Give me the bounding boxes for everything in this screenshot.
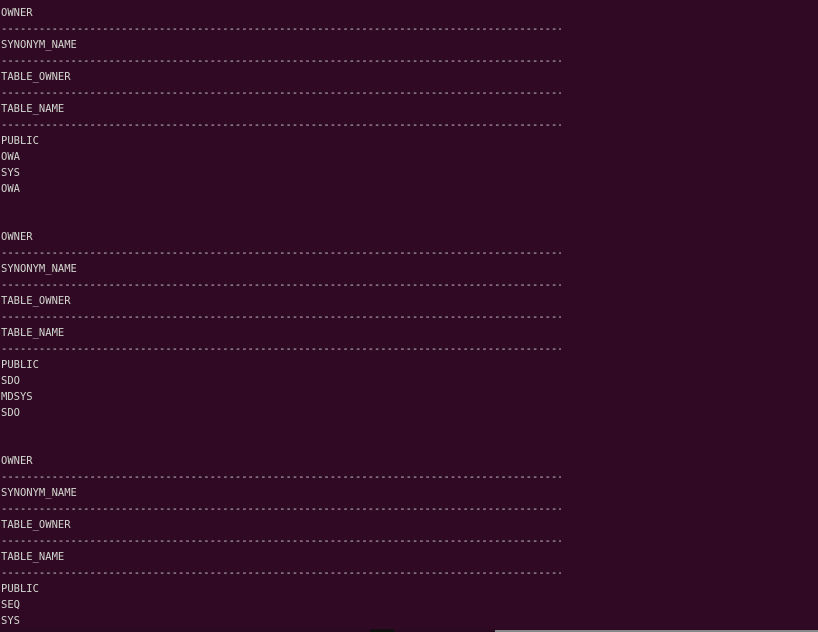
separator-line: ----------------------------------------… [1,247,561,259]
value-table-name: OWA [1,183,20,195]
column-header-owner: OWNER [1,455,33,467]
value-table-owner: SYS [1,615,20,627]
column-header-table-owner: TABLE_OWNER [1,295,71,307]
column-header-synonym-name: SYNONYM_NAME [1,487,77,499]
value-synonym-name: OWA [1,151,20,163]
separator-line: ----------------------------------------… [1,567,561,579]
terminal-output[interactable]: OWNER ----------------------------------… [0,0,818,632]
value-owner: PUBLIC [1,359,39,371]
separator-line: ----------------------------------------… [1,119,561,131]
column-header-owner: OWNER [1,231,33,243]
separator-line: ----------------------------------------… [1,503,561,515]
value-owner: PUBLIC [1,135,39,147]
result-block: OWNER ----------------------------------… [1,229,818,421]
value-table-owner: MDSYS [1,391,33,403]
column-header-table-name: TABLE_NAME [1,327,65,339]
separator-line: ----------------------------------------… [1,311,561,323]
result-block: OWNER ----------------------------------… [1,5,818,197]
separator-line: ----------------------------------------… [1,343,561,355]
value-table-name: SDO [1,407,20,419]
column-header-table-name: TABLE_NAME [1,551,65,563]
separator-line: ----------------------------------------… [1,471,561,483]
value-owner: PUBLIC [1,583,39,595]
value-synonym-name: SEQ [1,599,20,611]
column-header-table-owner: TABLE_OWNER [1,71,71,83]
result-block: OWNER ----------------------------------… [1,453,818,629]
separator-line: ----------------------------------------… [1,535,561,547]
separator-line: ----------------------------------------… [1,87,561,99]
column-header-synonym-name: SYNONYM_NAME [1,263,77,275]
separator-line: ----------------------------------------… [1,279,561,291]
value-table-owner: SYS [1,167,20,179]
column-header-table-owner: TABLE_OWNER [1,519,71,531]
separator-line: ----------------------------------------… [1,55,561,67]
column-header-synonym-name: SYNONYM_NAME [1,39,77,51]
column-header-owner: OWNER [1,7,33,19]
value-synonym-name: SDO [1,375,20,387]
separator-line: ----------------------------------------… [1,23,561,35]
column-header-table-name: TABLE_NAME [1,103,65,115]
